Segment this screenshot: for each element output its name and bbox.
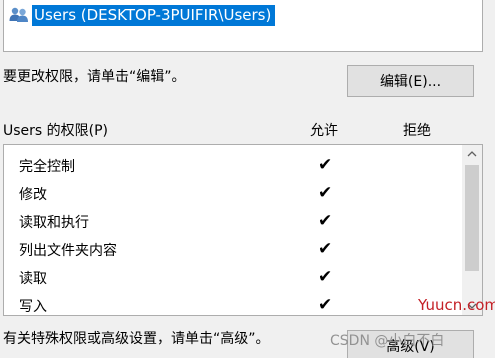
scroll-up-icon[interactable] <box>462 145 482 163</box>
allow-check-icon: ✔ <box>318 211 333 231</box>
allow-column-header: 允许 <box>310 123 338 139</box>
permission-name: 读取 <box>19 271 47 287</box>
group-item-users[interactable]: Users (DESKTOP-3PUIFIR\Users) <box>8 3 276 27</box>
permission-row: 完全控制 ✔ <box>4 151 460 179</box>
permission-row: 修改 ✔ <box>4 179 460 207</box>
permissions-header: Users 的权限(P) 允许 拒绝 <box>3 120 473 140</box>
deny-column-header: 拒绝 <box>403 123 431 139</box>
vertical-scrollbar[interactable] <box>462 145 482 315</box>
change-permissions-hint: 要更改权限，请单击“编辑”。 <box>3 69 186 85</box>
allow-check-icon: ✔ <box>318 183 333 203</box>
permission-row: 列出文件夹内容 ✔ <box>4 235 460 263</box>
permission-name: 列出文件夹内容 <box>19 243 117 259</box>
allow-check-icon: ✔ <box>318 155 333 175</box>
allow-check-icon: ✔ <box>318 267 333 287</box>
permission-row: 读取 ✔ <box>4 263 460 291</box>
scrollbar-thumb[interactable] <box>465 165 479 271</box>
allow-check-icon: ✔ <box>318 239 333 259</box>
permission-row: 读取和执行 ✔ <box>4 207 460 235</box>
group-item-label: Users (DESKTOP-3PUIFIR\Users) <box>32 4 276 26</box>
permission-name: 读取和执行 <box>19 215 89 231</box>
permission-name: 写入 <box>19 299 47 315</box>
group-user-list[interactable]: Users (DESKTOP-3PUIFIR\Users) <box>3 0 483 52</box>
permission-name: 修改 <box>19 187 47 203</box>
advanced-settings-hint: 有关特殊权限或高级设置，请单击“高级”。 <box>3 331 270 347</box>
permission-name: 完全控制 <box>19 159 75 175</box>
permissions-list[interactable]: 完全控制 ✔ 修改 ✔ 读取和执行 ✔ 列出文件夹内容 ✔ 读取 ✔ 写入 ✔ <box>3 144 483 316</box>
allow-check-icon: ✔ <box>318 295 333 315</box>
site-watermark: Yuucn.com <box>418 296 495 314</box>
edit-button[interactable]: 编辑(E)... <box>347 65 474 97</box>
author-watermark: CSDN @小白不白 <box>330 333 445 349</box>
permission-row: 写入 ✔ <box>4 291 460 315</box>
permissions-title: Users 的权限(P) <box>3 123 109 139</box>
users-group-icon <box>9 7 28 22</box>
